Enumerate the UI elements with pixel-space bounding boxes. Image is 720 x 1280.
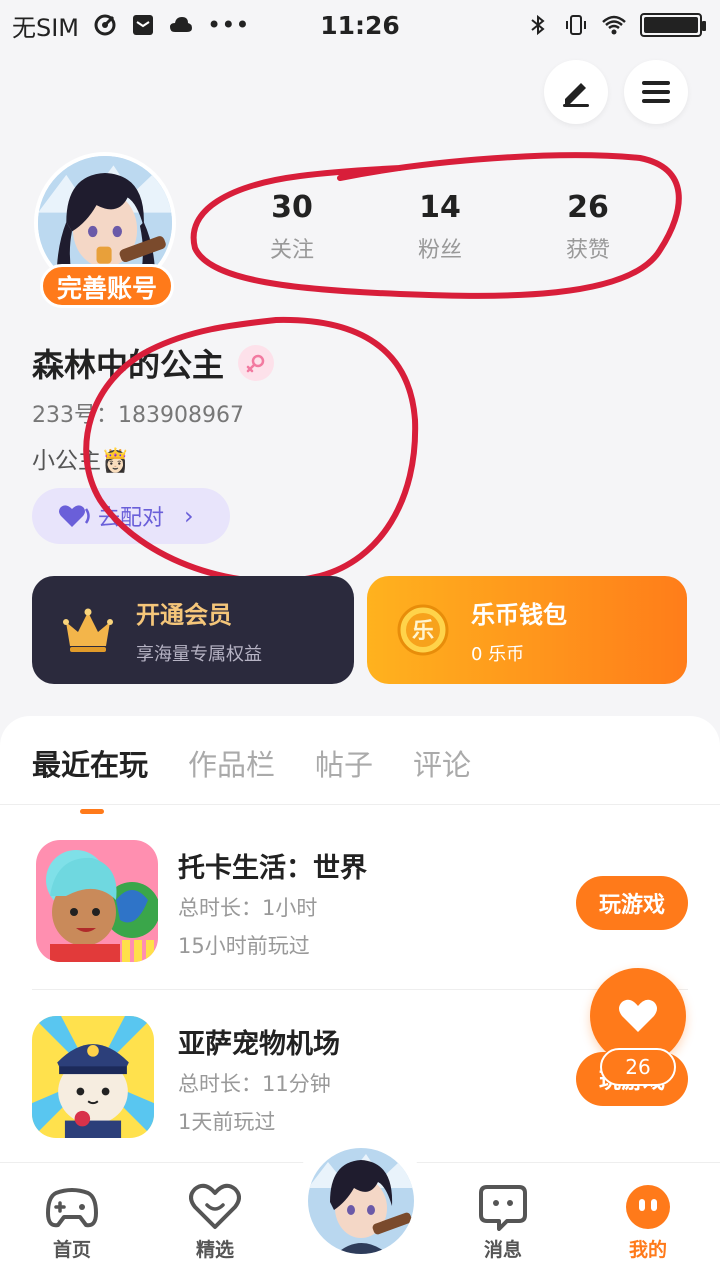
- heart-icon: [619, 999, 657, 1032]
- tab-recently-played[interactable]: 最近在玩: [32, 742, 148, 784]
- edit-button[interactable]: [544, 60, 608, 124]
- stat-likes[interactable]: 26 获赞: [514, 190, 662, 264]
- target-icon: [93, 13, 117, 37]
- nav-label: 首页: [52, 1239, 91, 1261]
- wallet-title: 乐币钱包: [471, 600, 567, 629]
- coin-char: 乐: [412, 619, 434, 644]
- crown-icon: [62, 604, 114, 656]
- list-item[interactable]: 托卡生活：世界 总时长：1小时 15小时前玩过 玩游戏: [32, 840, 688, 970]
- like-count-badge: 26: [600, 1048, 676, 1086]
- active-tab-indicator: [80, 809, 104, 814]
- profile-tabs: 最近在玩 作品栏 帖子 评论: [32, 742, 471, 814]
- stat-value: 14: [419, 190, 461, 225]
- match-label: 去配对: [98, 506, 165, 531]
- bluetooth-icon: [526, 13, 550, 37]
- nav-label: 精选: [195, 1239, 234, 1261]
- play-game-button[interactable]: 玩游戏: [576, 876, 688, 930]
- carrier-label: 无SIM: [12, 13, 80, 42]
- profile-avatar-area[interactable]: 完善账号: [34, 152, 184, 308]
- yasa-pet-airport-game-icon: [32, 1016, 154, 1138]
- username: 森林中的公主: [32, 346, 225, 384]
- user-bio: 小公主👸🏻: [32, 448, 130, 474]
- status-bar: 无SIM ••• 11:26: [0, 0, 720, 50]
- tab-works[interactable]: 作品栏: [188, 742, 275, 784]
- heart-match-icon: [58, 503, 92, 529]
- stat-value: 26: [567, 190, 609, 225]
- nav-featured[interactable]: 精选: [160, 1183, 270, 1262]
- coin-icon: 乐: [397, 604, 449, 656]
- game-duration: 总时长：1小时: [178, 896, 318, 920]
- nav-home[interactable]: 首页: [17, 1183, 127, 1262]
- pen-icon: [563, 83, 589, 107]
- profile-stats: 30 关注 14 粉丝 26 获赞: [218, 190, 662, 264]
- heart-chat-icon: [189, 1183, 241, 1231]
- cloud-icon: [169, 13, 193, 37]
- complete-account-badge[interactable]: 完善账号: [40, 264, 175, 308]
- gamepad-icon: [46, 1183, 98, 1231]
- nav-label: 消息: [483, 1239, 522, 1261]
- vip-subtitle: 享海量专属权益: [136, 643, 262, 665]
- nav-label: 我的: [628, 1239, 667, 1261]
- stat-followers[interactable]: 14 粉丝: [366, 190, 514, 264]
- stat-label: 获赞: [565, 238, 610, 263]
- vip-card[interactable]: 开通会员 享海量专属权益: [32, 576, 354, 684]
- game-last-played: 1天前玩过: [178, 1110, 276, 1134]
- game-name: 亚萨宠物机场: [178, 1029, 340, 1060]
- list-item[interactable]: 亚萨宠物机场 总时长：11分钟 1天前玩过 玩游戏: [32, 1016, 688, 1146]
- username-row: 森林中的公主: [32, 340, 275, 386]
- game-last-played: 15小时前玩过: [178, 934, 310, 958]
- menu-button[interactable]: [624, 60, 688, 124]
- profile-face-icon: [622, 1183, 674, 1231]
- battery-icon: [640, 13, 706, 37]
- hamburger-icon: [642, 81, 670, 103]
- stat-value: 30: [271, 190, 313, 225]
- wifi-icon: [602, 13, 626, 37]
- nav-messages[interactable]: 消息: [448, 1183, 558, 1262]
- chevron-right-icon: ›: [184, 502, 194, 530]
- message-icon: [477, 1183, 529, 1231]
- tab-comments[interactable]: 评论: [413, 742, 471, 784]
- battery-level: [644, 17, 698, 33]
- stat-label: 粉丝: [417, 238, 462, 263]
- wallet-card[interactable]: 乐 乐币钱包 0 乐币: [367, 576, 687, 684]
- game-duration: 总时长：11分钟: [178, 1072, 331, 1096]
- vip-title: 开通会员: [136, 600, 232, 629]
- vibrate-icon: [564, 13, 588, 37]
- game-name: 托卡生活：世界: [178, 853, 367, 884]
- center-avatar-button[interactable]: [308, 1148, 414, 1254]
- tab-posts[interactable]: 帖子: [315, 742, 373, 784]
- stat-label: 关注: [269, 238, 314, 263]
- match-button[interactable]: 去配对 ›: [32, 488, 230, 544]
- mail-icon: [131, 13, 155, 37]
- stat-following[interactable]: 30 关注: [218, 190, 366, 264]
- nav-profile[interactable]: 我的: [593, 1183, 703, 1262]
- female-icon: [238, 345, 275, 381]
- divider: [32, 989, 688, 990]
- divider: [0, 804, 720, 805]
- toca-life-game-icon: [36, 840, 158, 962]
- more-notifications-icon: •••: [207, 11, 250, 39]
- user-id: 233号：183908967: [32, 403, 244, 428]
- wallet-balance: 0 乐币: [471, 643, 525, 665]
